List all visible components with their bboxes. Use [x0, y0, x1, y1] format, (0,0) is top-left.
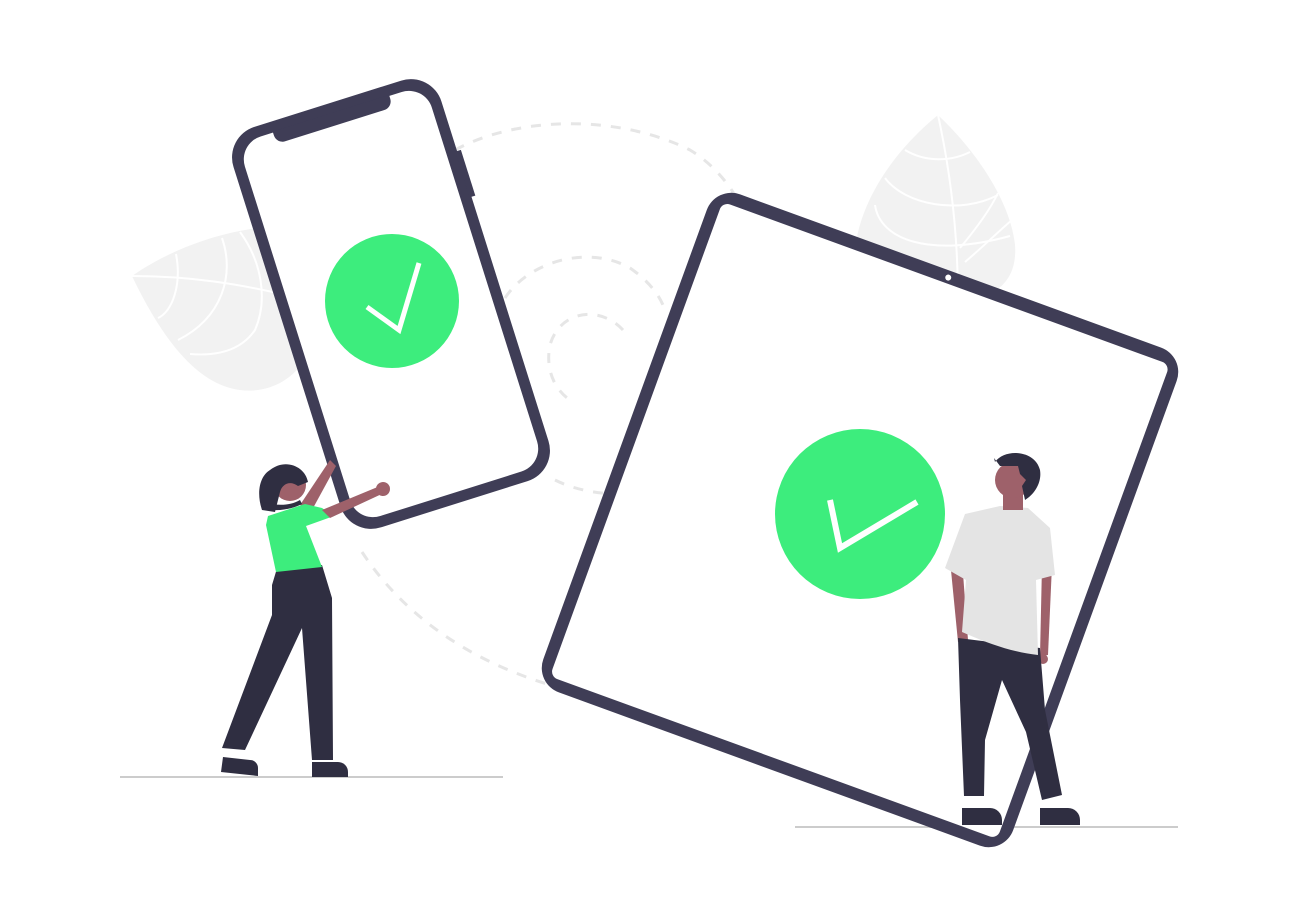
illustration-scene — [0, 0, 1298, 908]
tablet-check-circle-icon — [775, 429, 945, 599]
phone-check-circle-icon — [325, 234, 459, 368]
ground-left — [120, 776, 503, 778]
